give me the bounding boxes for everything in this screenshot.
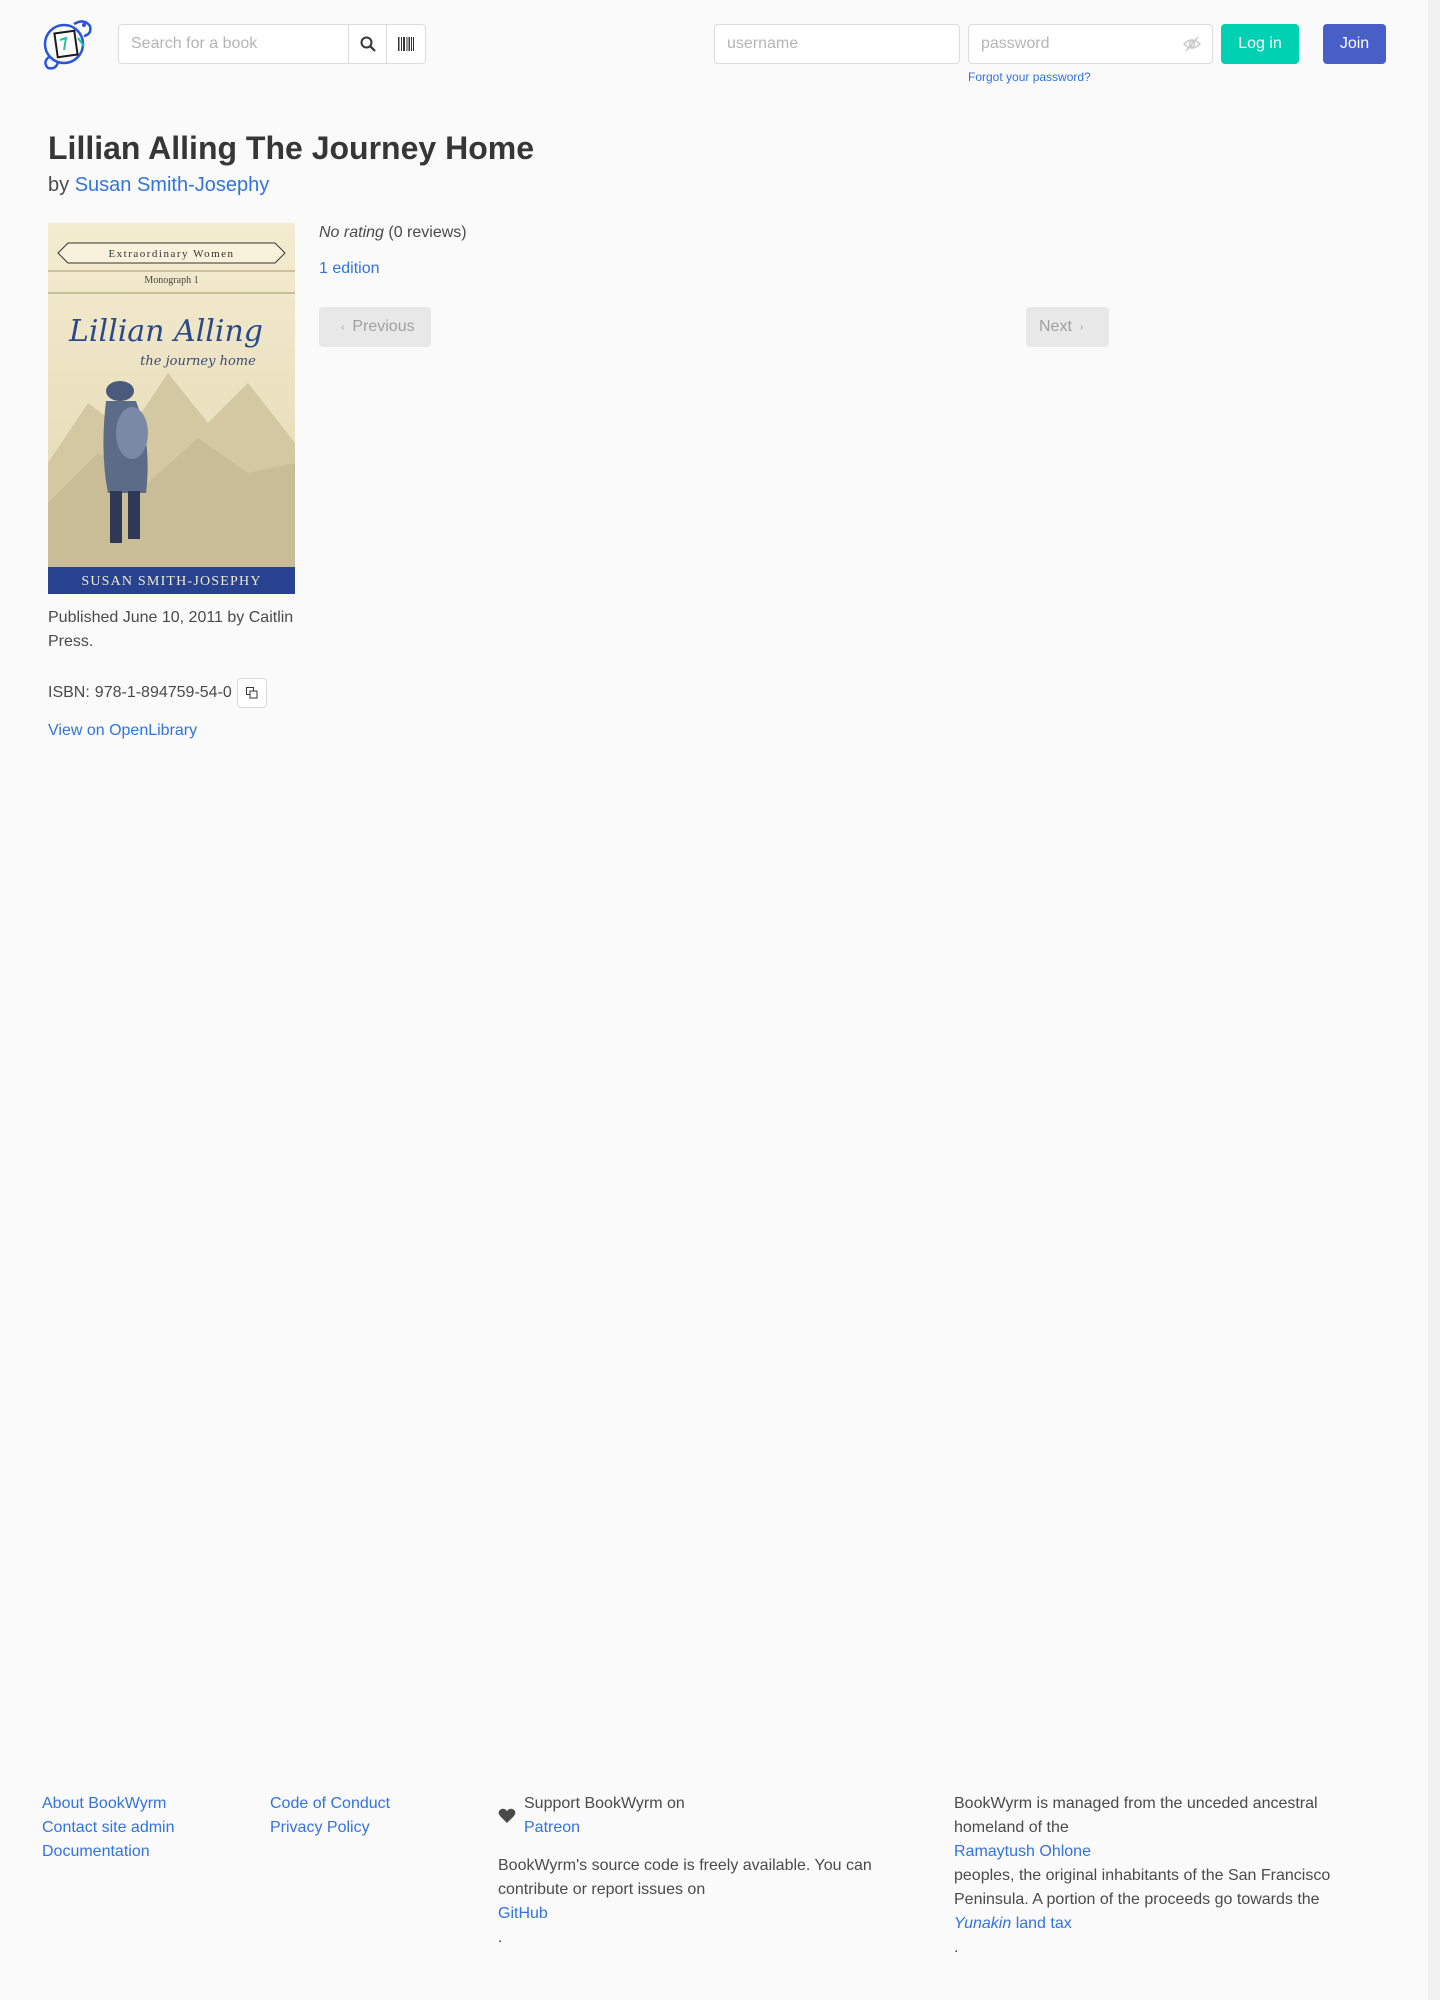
patreon-link[interactable]: Patreon [524,1816,685,1840]
chevron-left-icon: ‹ [341,321,345,333]
publication-info: Published June 10, 2011 by Caitlin Press… [48,609,294,650]
ramaytush-ohlone-link[interactable]: Ramaytush Ohlone [954,1840,1384,1864]
previous-label: Previous [352,318,415,335]
author-link[interactable]: Susan Smith-Josephy [75,174,270,196]
password-input[interactable] [968,24,1213,64]
heart-icon [498,1808,516,1823]
privacy-policy-link[interactable]: Privacy Policy [270,1816,390,1840]
footer-links-policy: Code of Conduct Privacy Policy [270,1792,390,1840]
book-title: Lillian Alling The Journey Home [48,130,534,166]
login-button[interactable]: Log in [1221,24,1299,64]
copy-icon [245,687,258,699]
eye-slash-icon [1182,36,1202,52]
copy-isbn-button[interactable] [236,678,267,708]
openlibrary-link[interactable]: View on OpenLibrary [48,722,197,740]
cover-subtitle-text: the journey home [140,354,256,369]
land-tax-link[interactable]: Yunakin land tax [954,1912,1384,1936]
source-code-note: BookWyrm's source code is freely availab… [498,1854,898,1950]
search-button[interactable] [348,24,387,64]
show-password-toggle[interactable] [1182,35,1202,53]
footer-links-about: About BookWyrm Contact site admin Docume… [42,1792,175,1864]
next-page-button[interactable]: Next › [1026,307,1109,347]
cover-monograph-text: Monograph 1 [144,275,198,286]
land-text-1: BookWyrm is managed from the unceded anc… [954,1795,1318,1836]
editions-link[interactable]: 1 edition [319,260,380,278]
search-icon [360,36,376,52]
land-text-2: peoples, the original inhabitants of the… [954,1867,1331,1908]
reviews-count: (0 reviews) [388,224,467,241]
isbn-label: ISBN: [48,684,90,701]
contact-admin-link[interactable]: Contact site admin [42,1816,175,1840]
source-suffix: . [498,1929,503,1946]
site-footer: About BookWyrm Contact site admin Docume… [0,1780,1428,2000]
cover-title-text: Lillian Alling [68,314,263,349]
search-bar [118,24,426,64]
yunakin-text: Yunakin [954,1915,1012,1932]
code-of-conduct-link[interactable]: Code of Conduct [270,1792,390,1816]
author-byline: by Susan Smith-Josephy [48,174,269,197]
barcode-icon [398,37,414,51]
next-label: Next [1039,318,1072,335]
forgot-password-link[interactable]: Forgot your password? [968,70,1091,84]
username-input[interactable] [714,24,960,64]
support-text: Support BookWyrm on [524,1795,685,1812]
footer-land-acknowledgement: BookWyrm is managed from the unceded anc… [954,1792,1384,1960]
cover-author-text: SUSAN SMITH-JOSEPHY [81,574,261,589]
barcode-scan-button[interactable] [387,24,426,64]
source-text: BookWyrm's source code is freely availab… [498,1857,872,1898]
about-link[interactable]: About BookWyrm [42,1792,175,1816]
search-input[interactable] [118,24,348,64]
chevron-right-icon: › [1079,321,1084,333]
cover-series-text: Extraordinary Women [108,248,234,260]
documentation-link[interactable]: Documentation [42,1840,175,1864]
land-tax-text: land tax [1015,1915,1072,1932]
book-cover-image[interactable]: Extraordinary Women Monograph 1 Lillian … [48,223,295,594]
isbn-value: 978-1-894759-54-0 [94,684,232,701]
scrollbar-track[interactable] [1428,0,1440,2000]
footer-support: Support BookWyrm on Patreon BookWyrm's s… [498,1792,898,1950]
bookwyrm-logo[interactable] [40,16,96,70]
by-prefix: by [48,174,70,196]
isbn-row: ISBN: 978-1-894759-54-0 [48,678,267,708]
github-link[interactable]: GitHub [498,1902,898,1926]
top-navbar: Forgot your password? Log in Join [0,0,1428,100]
join-button[interactable]: Join [1323,24,1386,64]
rating-label: No rating [319,224,384,241]
rating-summary: No rating (0 reviews) [319,224,467,242]
land-text-3: . [954,1939,959,1956]
previous-page-button[interactable]: ‹ Previous [319,307,431,347]
